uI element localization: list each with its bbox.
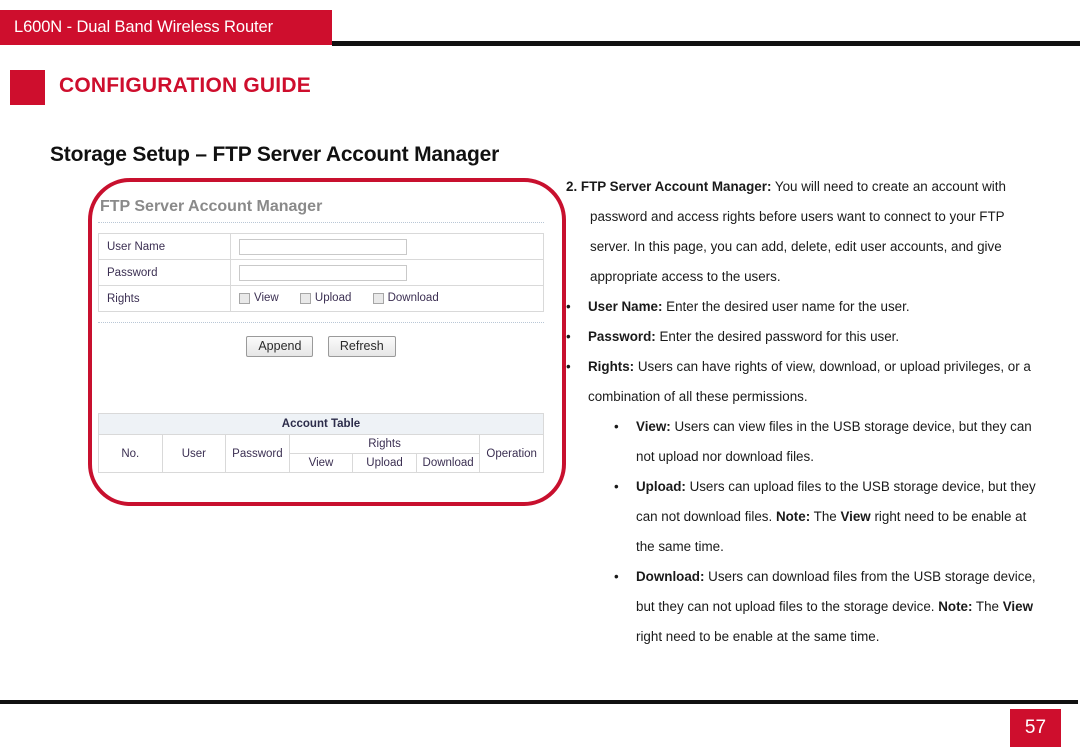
password-field-cell [230, 259, 544, 286]
bullet-glyph-icon: • [614, 569, 619, 584]
col-operation: Operation [479, 434, 544, 473]
col-password: Password [225, 434, 290, 473]
bullet-glyph-icon: • [614, 419, 619, 434]
subbullet-download-term: Download: [636, 569, 705, 584]
checkbox-upload-label: Upload [314, 292, 352, 305]
col-user: User [161, 434, 227, 473]
checkbox-view-box[interactable] [239, 292, 250, 304]
product-title: L600N - Dual Band Wireless Router [14, 18, 273, 36]
header-rule [332, 41, 1080, 46]
username-label: User Name [98, 233, 231, 260]
page-title: Storage Setup – FTP Server Account Manag… [50, 143, 500, 166]
instruction-item-2-term: FTP Server Account Manager: [580, 179, 772, 194]
col-rights: Rights [288, 434, 481, 454]
checkbox-download-label: Download [387, 292, 439, 305]
subbullet-download: • Download: Users can download files from… [566, 562, 1044, 652]
subbullet-download-note-label: Note: [938, 599, 973, 614]
account-table: Account Table No. User Password Rights O… [98, 413, 544, 473]
subbullet-upload-note-text: The [810, 509, 841, 524]
checkbox-upload[interactable]: Upload [299, 292, 352, 305]
section-marker-square [10, 70, 45, 105]
password-label: Password [98, 259, 231, 286]
bullet-glyph-icon: • [566, 299, 571, 314]
subbullet-view-text: Users can view files in the USB storage … [636, 419, 1032, 464]
bullet-password-term: Password: [588, 329, 656, 344]
subbullet-download-note-term: View [1002, 599, 1034, 614]
checkbox-upload-box[interactable] [299, 292, 311, 304]
bullet-glyph-icon: • [614, 479, 619, 494]
checkbox-view[interactable]: View [239, 292, 279, 304]
subbullet-view: • View: Users can view files in the USB s… [566, 412, 1044, 472]
form-button-row: Append Refresh [98, 336, 544, 357]
form-row-rights: Rights View Upload Download [98, 285, 544, 312]
router-ui-screenshot: FTP Server Account Manager User Name Pas… [98, 192, 544, 473]
refresh-button[interactable]: Refresh [327, 336, 396, 357]
account-table-caption: Account Table [98, 413, 544, 435]
instruction-item-2-text: You will need to create an account with … [590, 179, 1006, 284]
subbullet-upload-term: Upload: [636, 479, 686, 494]
checkbox-download[interactable]: Download [372, 292, 439, 305]
bullet-username-term: User Name: [588, 299, 663, 314]
subbullet-download-note-tail: right need to be enable at the same time… [636, 629, 880, 644]
append-button[interactable]: Append [246, 336, 314, 357]
page-number-badge: 57 [1010, 709, 1061, 747]
instruction-item-2-number: 2. [566, 179, 578, 194]
subbullet-upload-note-label: Note: [775, 509, 811, 524]
bullet-password: • Password: Enter the desired password fo… [566, 322, 1044, 352]
ftp-account-form: User Name Password Rights View Upload Do… [98, 233, 544, 312]
bullet-username-text: Enter the desired user name for the user… [662, 299, 910, 314]
instructions-column: 2. FTP Server Account Manager: You will … [566, 172, 1044, 652]
rights-label: Rights [98, 285, 231, 312]
footer-rule [0, 700, 1078, 704]
account-table-caption-row: Account Table [98, 413, 544, 435]
password-input[interactable] [239, 264, 407, 281]
checkbox-download-box[interactable] [372, 292, 384, 304]
subbullet-download-note-text: The [972, 599, 1003, 614]
username-field-cell [230, 233, 544, 260]
subbullet-upload: • Upload: Users can upload files to the U… [566, 472, 1044, 562]
bullet-rights-text: Users can have rights of view, download,… [588, 359, 1031, 404]
account-table-header-row-1: No. User Password Rights Operation [98, 434, 544, 473]
product-header-bar: L600N - Dual Band Wireless Router [0, 10, 332, 45]
col-rights-upload: Upload [352, 453, 417, 473]
subbullet-view-term: View: [636, 419, 671, 434]
bullet-rights-term: Rights: [588, 359, 635, 374]
col-rights-download: Download [415, 453, 481, 473]
username-input[interactable] [239, 238, 407, 255]
section-title: CONFIGURATION GUIDE [59, 74, 311, 97]
bullet-password-text: Enter the desired password for this user… [655, 329, 900, 344]
rights-checkbox-cell: View Upload Download [230, 285, 544, 312]
checkbox-view-label: View [254, 292, 279, 305]
form-divider [98, 322, 544, 323]
bullet-glyph-icon: • [566, 329, 571, 344]
subbullet-upload-note-term: View [840, 509, 871, 524]
bullet-glyph-icon: • [566, 359, 571, 374]
ui-panel-title: FTP Server Account Manager [98, 192, 544, 223]
form-row-password: Password [98, 259, 544, 286]
instruction-item-2: 2. FTP Server Account Manager: You will … [566, 172, 1044, 292]
bullet-username: • User Name: Enter the desired user name … [566, 292, 1044, 322]
bullet-rights: • Rights: Users can have rights of view, … [566, 352, 1044, 412]
col-rights-view: View [288, 453, 354, 473]
col-no: No. [98, 434, 163, 473]
form-row-username: User Name [98, 233, 544, 260]
